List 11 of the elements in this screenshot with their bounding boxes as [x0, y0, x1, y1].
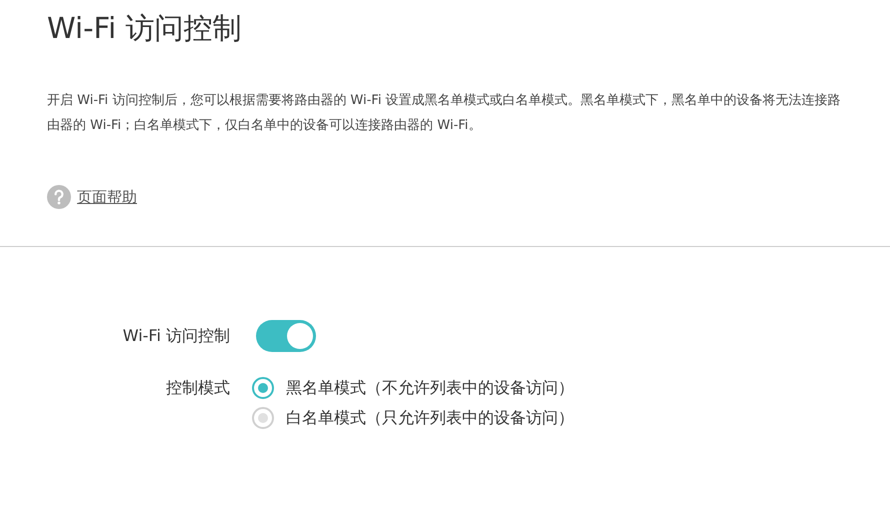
- option-label[interactable]: 白名单模式（只允许列表中的设备访问）: [286, 408, 574, 428]
- toggle-switch[interactable]: [256, 320, 316, 352]
- option-label[interactable]: 黑名单模式（不允许列表中的设备访问）: [286, 378, 574, 398]
- help-link[interactable]: 页面帮助: [77, 188, 137, 206]
- field-label: 控制模式: [165, 377, 230, 399]
- help-icon[interactable]: [47, 185, 71, 209]
- field-label: Wi-Fi 访问控制: [122, 326, 230, 346]
- radio-button[interactable]: [252, 407, 274, 429]
- radio-button[interactable]: [252, 377, 274, 399]
- page-title: Wi-Fi 访问控制: [47, 10, 242, 47]
- description-text: 开启 Wi-Fi 访问控制后，您可以根据需要将路由器的 Wi-Fi 设置成黑名单模式或白名单模式。黑名单模式下，黑名单中的设备将无法连接路由器的 Wi-Fi；白名单模式下，仅白名单中的设备可以连接路由器的 Wi-Fi。: [47, 92, 842, 135]
